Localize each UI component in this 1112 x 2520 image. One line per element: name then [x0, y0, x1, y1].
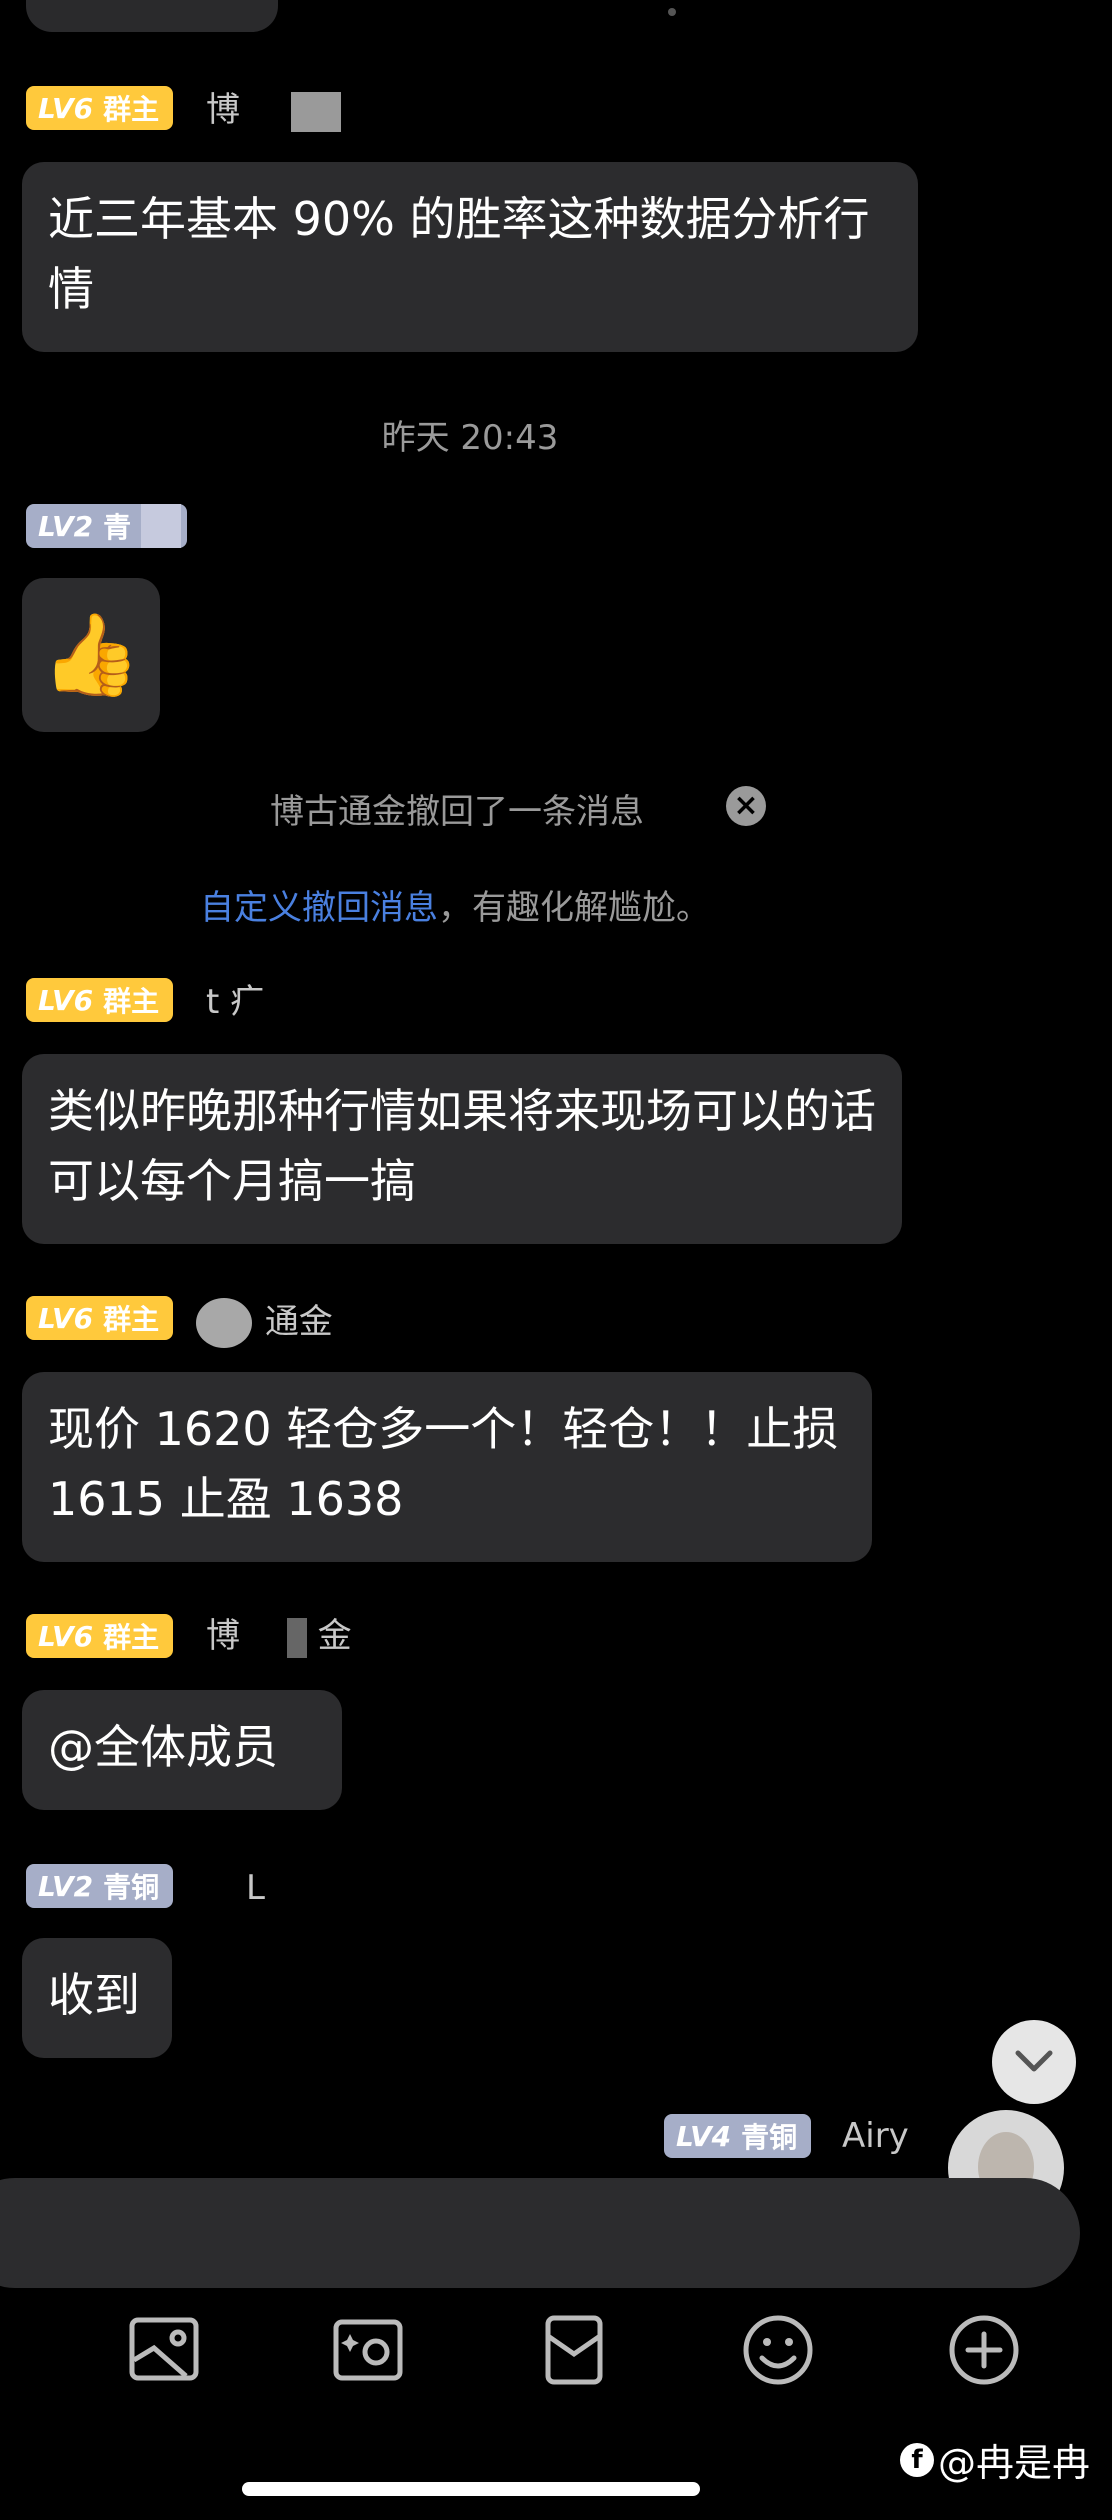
previous-bubble-edge: [26, 0, 278, 32]
plus-icon[interactable]: [944, 2310, 1024, 2390]
avatar-small: [196, 1298, 252, 1348]
sender-name[interactable]: Airy: [842, 2114, 909, 2158]
redacted-block: [290, 91, 341, 132]
thumbs-up-icon: 👍: [41, 608, 141, 701]
message-bubble[interactable]: 收到: [22, 1938, 172, 2058]
emoji-message[interactable]: 👍: [22, 578, 160, 732]
sender-name[interactable]: t 疒: [206, 980, 264, 1024]
level-badge: LV4 青铜: [664, 2114, 812, 2158]
level-badge: LV2 青: [26, 504, 188, 548]
message-bubble[interactable]: @全体成员: [22, 1690, 342, 1810]
level-badge: LV2 青铜: [26, 1864, 174, 1908]
level-badge: LV6 群主: [26, 86, 174, 130]
chevron-down-icon: [1015, 2050, 1053, 2072]
time-divider: 昨天 20:43: [381, 418, 559, 458]
status-dot: [668, 8, 676, 16]
message-input[interactable]: [0, 2178, 1080, 2288]
photo-camera-icon[interactable]: [328, 2310, 408, 2390]
message-bubble[interactable]: 近三年基本 90% 的胜率这种数据分析行情: [22, 162, 918, 352]
redacted-block: [286, 1617, 307, 1658]
sender-name[interactable]: 博: [206, 88, 341, 132]
custom-recall-link[interactable]: 自定义撤回消息: [200, 888, 438, 928]
sender-name[interactable]: 通金: [196, 1298, 333, 1348]
watermark: f @冉是冉: [900, 2432, 1090, 2487]
sender-name[interactable]: 博 金: [206, 1614, 352, 1658]
level-badge: LV6 群主: [26, 1296, 174, 1340]
image-icon[interactable]: [124, 2310, 204, 2390]
platform-logo-icon: f: [900, 2442, 934, 2477]
home-indicator[interactable]: [242, 2482, 700, 2496]
close-icon[interactable]: ×: [726, 786, 766, 826]
message-bubble[interactable]: 现价 1620 轻仓多一个！轻仓！！止损 1615 止盈 1638: [22, 1372, 872, 1562]
message-bubble[interactable]: 类似昨晚那种行情如果将来现场可以的话可以每个月搞一搞: [22, 1054, 902, 1244]
chat-toolbar: [0, 2310, 1112, 2410]
redacted-block: [141, 504, 182, 548]
scroll-down-button[interactable]: [992, 2020, 1076, 2104]
recall-tip: 自定义撤回消息，有趣化解尴尬。: [200, 888, 710, 928]
sender-name[interactable]: L: [246, 1866, 265, 1910]
level-badge: LV6 群主: [26, 1614, 174, 1658]
level-badge: LV6 群主: [26, 978, 174, 1022]
red-packet-icon[interactable]: [534, 2310, 614, 2390]
recall-notice: 博古通金撤回了一条消息: [270, 792, 644, 832]
emoji-icon[interactable]: [738, 2310, 818, 2390]
